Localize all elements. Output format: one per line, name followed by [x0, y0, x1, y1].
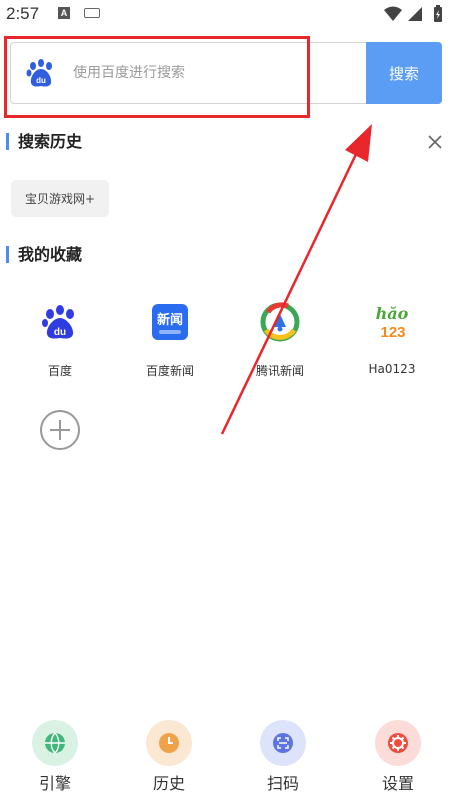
svg-text:du: du: [54, 327, 66, 338]
favorite-item-tencent-news[interactable]: 腾讯新闻: [230, 300, 330, 382]
nav-item-engine[interactable]: 引擎: [15, 718, 95, 794]
favorite-label: 腾讯新闻: [255, 364, 304, 378]
hao-icon-number: 123: [380, 324, 405, 341]
baidu-icon: du: [42, 305, 74, 339]
status-icons: [384, 5, 442, 22]
favorite-label: 百度: [47, 364, 72, 378]
nav-item-scan[interactable]: 扫码: [243, 718, 323, 794]
news-icon-text: 新闻: [157, 312, 183, 328]
nav-icon-bg: [375, 720, 421, 766]
favorite-item-hao123[interactable]: hăo 123 Ha0123: [342, 300, 442, 382]
globe-icon: [45, 732, 65, 754]
close-icon[interactable]: [426, 133, 444, 151]
nav-label: 历史: [152, 774, 185, 793]
clock-icon: [159, 733, 179, 753]
hao123-icon: hăo 123: [376, 304, 409, 341]
signal-icon: [408, 7, 422, 21]
tencent-news-icon: [260, 302, 300, 342]
baidu-news-icon: 新闻: [152, 304, 188, 340]
favorite-label: Ha0123: [368, 362, 416, 376]
search-bar: du 搜索: [10, 42, 442, 104]
hao-icon-text: hăo: [376, 304, 409, 323]
add-favorite-button[interactable]: [40, 410, 80, 450]
svg-text:du: du: [36, 76, 46, 85]
nav-item-settings[interactable]: 设置: [358, 718, 438, 794]
search-button[interactable]: 搜索: [366, 42, 442, 104]
annotation-arrow: [220, 124, 372, 435]
favorite-item-baidu[interactable]: du 百度: [10, 300, 110, 382]
nav-icon-bg: [146, 720, 192, 766]
keyboard-icon: [84, 8, 100, 18]
status-bar: 2:57 A: [0, 0, 450, 28]
gear-icon: [388, 733, 408, 753]
notification-a-icon: A: [58, 7, 70, 19]
nav-item-history[interactable]: 历史: [129, 718, 209, 794]
nav-icon-bg: [32, 720, 78, 766]
favorite-label: 百度新闻: [145, 364, 194, 378]
nav-label: 设置: [381, 774, 414, 793]
history-chip[interactable]: 宝贝游戏网+: [11, 180, 109, 217]
battery-icon: [434, 5, 442, 22]
wifi-icon: [384, 6, 402, 21]
nav-label: 扫码: [266, 774, 299, 793]
status-time: 2:57: [6, 4, 40, 23]
search-input[interactable]: [73, 53, 353, 93]
favorite-item-baidu-news[interactable]: 新闻 百度新闻: [120, 300, 220, 382]
nav-label: 引擎: [38, 774, 71, 793]
favorites-section-title: 我的收藏: [6, 246, 82, 263]
nav-icon-bg: [260, 720, 306, 766]
scan-icon: [273, 733, 293, 753]
history-section-title: 搜索历史: [6, 133, 82, 150]
baidu-paw-icon: du: [26, 59, 52, 87]
